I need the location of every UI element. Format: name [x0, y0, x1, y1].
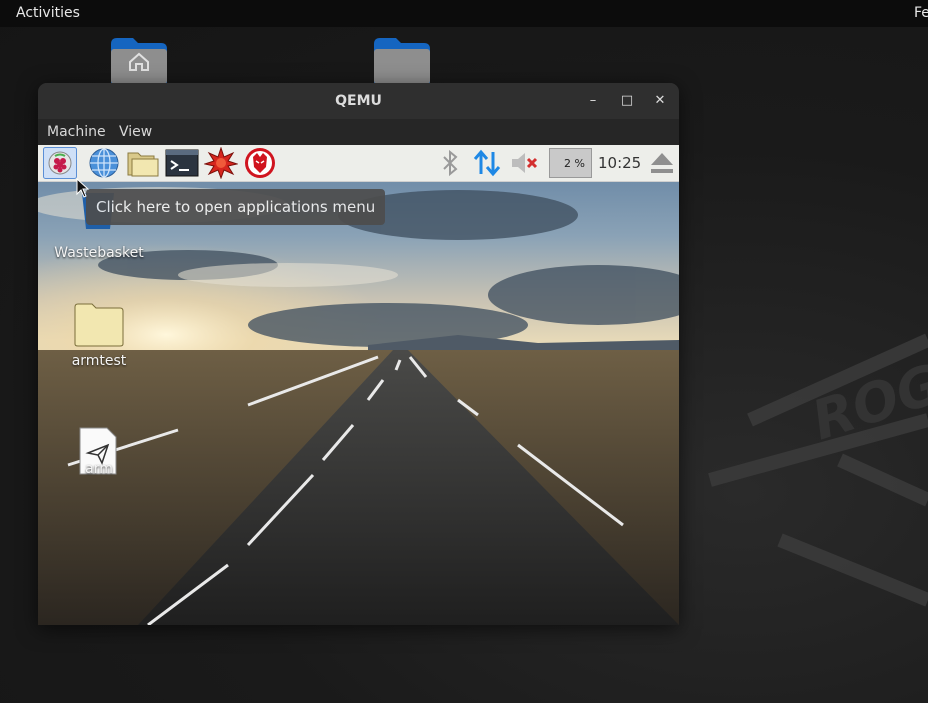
- close-button[interactable]: ✕: [650, 91, 670, 111]
- applications-menu-tooltip: Click here to open applications menu: [86, 189, 386, 225]
- folder-icon[interactable]: [374, 38, 430, 84]
- guest-screen[interactable]: 2 % 10:25 Wastebasket armtest arm Click …: [38, 145, 679, 625]
- mathematica-icon[interactable]: [204, 147, 238, 179]
- web-browser-icon[interactable]: [87, 147, 121, 179]
- cpu-usage-monitor[interactable]: 2 %: [549, 148, 592, 178]
- host-clock[interactable]: Fe: [914, 5, 928, 21]
- guest-taskbar: 2 % 10:25: [38, 145, 679, 182]
- eject-icon[interactable]: [645, 147, 679, 179]
- menu-view[interactable]: View: [119, 124, 152, 140]
- minimize-button[interactable]: –: [583, 91, 603, 111]
- home-folder-icon[interactable]: [111, 38, 167, 84]
- qemu-menubar: Machine View: [38, 119, 679, 145]
- qemu-window: QEMU – □ ✕ Machine View 2 % 10:25 Wasteb…: [38, 83, 679, 625]
- raspberry-menu-icon[interactable]: [43, 147, 77, 179]
- maximize-button[interactable]: □: [617, 91, 637, 111]
- host-top-bar: Activities Fe: [0, 0, 928, 27]
- armtest-label[interactable]: armtest: [44, 353, 154, 369]
- volume-muted-icon[interactable]: [508, 147, 542, 179]
- guest-clock[interactable]: 10:25: [598, 154, 641, 172]
- cpu-usage-value: 2 %: [564, 157, 585, 170]
- wastebasket-label[interactable]: Wastebasket: [44, 245, 154, 261]
- host-wallpaper-logo: ROG: [708, 333, 928, 607]
- file-manager-icon[interactable]: [126, 147, 160, 179]
- network-icon[interactable]: [470, 147, 504, 179]
- mouse-cursor-icon: [76, 178, 90, 198]
- armtest-folder-icon[interactable]: [74, 303, 124, 347]
- bluetooth-icon[interactable]: [433, 147, 467, 179]
- qemu-titlebar[interactable]: QEMU – □ ✕: [38, 83, 679, 119]
- arm-label[interactable]: arm: [44, 461, 154, 477]
- wolfram-icon[interactable]: [243, 147, 277, 179]
- activities-button[interactable]: Activities: [16, 5, 80, 21]
- menu-machine[interactable]: Machine: [47, 124, 106, 140]
- terminal-icon[interactable]: [165, 147, 199, 179]
